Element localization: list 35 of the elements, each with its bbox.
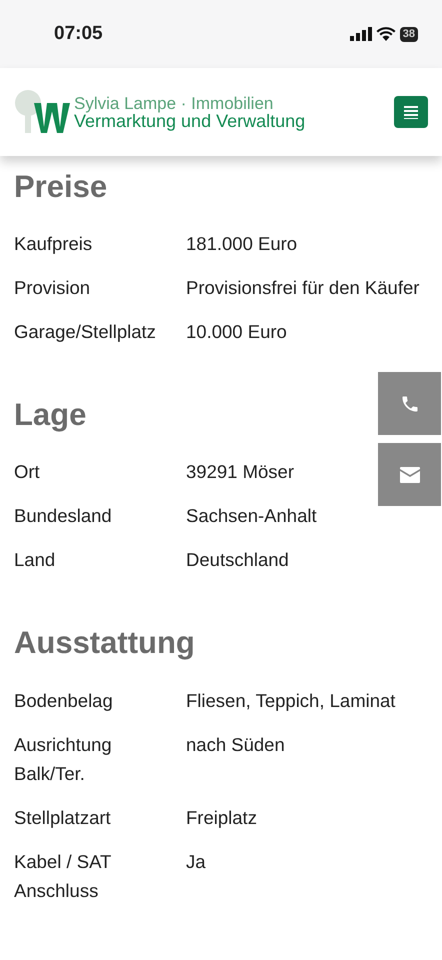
field-label: Bodenbelag bbox=[14, 688, 114, 713]
field-value: Sachsen-Anhalt bbox=[186, 504, 317, 528]
wifi-icon bbox=[376, 27, 396, 41]
field-value: 10.000 Euro bbox=[186, 320, 287, 344]
clock-time: 07:05 bbox=[54, 22, 103, 46]
field-value: Deutschland bbox=[186, 548, 289, 572]
field-label: Provision bbox=[14, 276, 92, 300]
logo-tagline: Sylvia Lampe · Immobilien bbox=[74, 94, 274, 112]
field-value: 181.000 Euro bbox=[186, 232, 298, 256]
section-heading: Ausstattung bbox=[14, 624, 195, 662]
phone-icon bbox=[400, 394, 420, 414]
email-button[interactable] bbox=[378, 443, 441, 506]
logo-icon bbox=[14, 89, 70, 135]
field-value: 39291 Möser bbox=[186, 460, 294, 484]
field-value: Ja bbox=[186, 850, 206, 874]
field-value: Provisionsfrei für den Käufer bbox=[186, 276, 420, 300]
field-value: Fliesen, Teppich, Laminat bbox=[186, 688, 396, 713]
field-label: Ausrichtung Balk/Ter. bbox=[14, 732, 113, 786]
field-label: Stellplatzart bbox=[14, 806, 112, 830]
field-label: Bundesland bbox=[14, 504, 113, 528]
field-label: Land bbox=[14, 548, 56, 572]
section-heading: Preise bbox=[14, 168, 108, 206]
envelope-icon bbox=[400, 466, 420, 482]
field-label: Ort bbox=[14, 460, 41, 484]
menu-icon bbox=[404, 105, 418, 119]
field-label: Kaufpreis bbox=[14, 232, 94, 256]
section-heading: Lage bbox=[14, 396, 86, 434]
field-label: Kabel / SAT Anschluss bbox=[14, 850, 112, 903]
battery-level: 38 bbox=[400, 26, 418, 42]
field-value: Freiplatz bbox=[186, 806, 257, 830]
menu-button[interactable] bbox=[394, 96, 428, 128]
logo-title: Vermarktung und Verwaltung bbox=[74, 112, 306, 130]
signal-icon bbox=[350, 27, 372, 41]
field-value: nach Süden bbox=[186, 732, 285, 757]
field-label: Garage/Stellplatz bbox=[14, 320, 157, 344]
